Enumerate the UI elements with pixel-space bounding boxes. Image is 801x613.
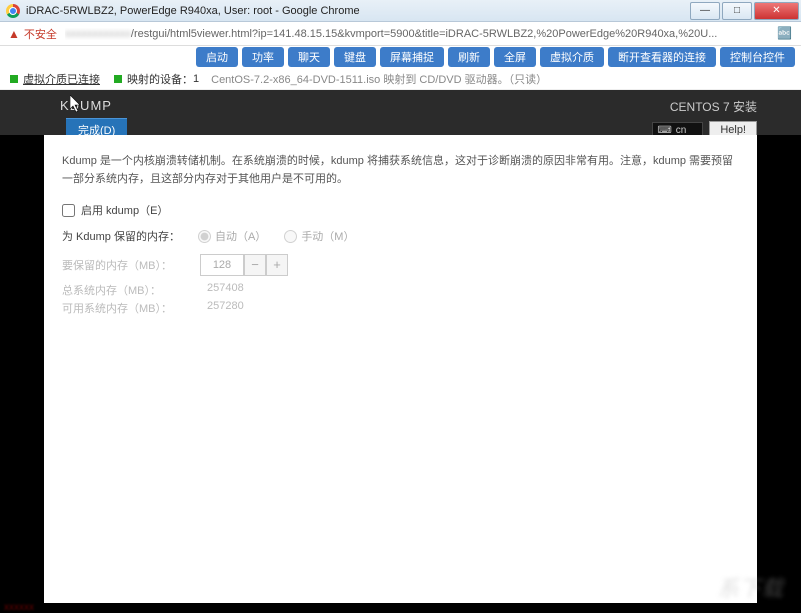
idrac-btn-power[interactable]: 功率 <box>242 47 284 67</box>
installer-os-title: CENTOS 7 安装 <box>652 98 757 115</box>
total-mem-row: 总系统内存（MB）： 257408 <box>62 282 739 298</box>
idrac-btn-fullscreen[interactable]: 全屏 <box>494 47 536 67</box>
enable-kdump-label: 启用 kdump（E） <box>81 202 168 218</box>
mem-reserve-label: 要保留的内存（MB）： <box>62 257 192 273</box>
avail-mem-row: 可用系统内存（MB）： 257280 <box>62 300 739 316</box>
idrac-btn-boot[interactable]: 启动 <box>196 47 238 67</box>
close-button[interactable]: ✕ <box>754 2 799 20</box>
manual-radio-row[interactable]: 手动（M） <box>284 228 354 244</box>
minimize-button[interactable]: — <box>690 2 720 20</box>
maximize-button[interactable]: □ <box>722 2 752 20</box>
chrome-icon <box>6 4 20 18</box>
auto-radio-row[interactable]: 自动（A） <box>198 228 266 244</box>
vm-connected-label[interactable]: 虚拟介质已连接 <box>23 71 100 87</box>
mapped-label: 映射的设备： <box>127 71 193 87</box>
mem-reserve-row: 要保留的内存（MB）： − + <box>62 254 739 276</box>
watermark: 系下载 <box>717 571 783 603</box>
auto-radio[interactable] <box>198 230 211 243</box>
manual-radio[interactable] <box>284 230 297 243</box>
idrac-btn-disconnect[interactable]: 断开查看器的连接 <box>608 47 716 67</box>
kdump-description: Kdump 是一个内核崩溃转储机制。在系统崩溃的时候，kdump 将捕获系统信息… <box>62 153 739 188</box>
total-mem-value: 257408 <box>207 282 244 298</box>
manual-label: 手动（M） <box>301 228 354 244</box>
watermark-small: xxxxxx <box>4 602 34 613</box>
idrac-btn-vmedia[interactable]: 虚拟介质 <box>540 47 604 67</box>
reserve-mode-row: 为 Kdump 保留的内存： 自动（A） 手动（M） <box>62 228 739 244</box>
iso-text: CentOS-7.2-x86_64-DVD-1511.iso 映射到 CD/DV… <box>211 71 547 87</box>
stepper-plus[interactable]: + <box>266 254 288 276</box>
reserve-label: 为 Kdump 保留的内存： <box>62 228 180 244</box>
url-text[interactable]: xxxxxxxxxxxx/restgui/html5viewer.html?ip… <box>65 28 771 40</box>
total-mem-label: 总系统内存（MB）： <box>62 282 207 298</box>
keyboard-icon: ⌨ <box>657 125 671 136</box>
avail-mem-label: 可用系统内存（MB）： <box>62 300 207 316</box>
idrac-btn-console[interactable]: 控制台控件 <box>720 47 795 67</box>
console-viewport: KDUMP 完成(D) CENTOS 7 安装 ⌨ cn Help! Kdump… <box>0 90 801 613</box>
status-dot-icon <box>114 75 122 83</box>
mapped-count: 1 <box>193 73 199 85</box>
section-title: KDUMP <box>60 98 112 113</box>
warning-icon: ▲ <box>8 27 20 41</box>
idrac-btn-screencap[interactable]: 屏幕捕捉 <box>380 47 444 67</box>
insecure-badge[interactable]: ▲ 不安全 <box>8 26 57 42</box>
translate-icon[interactable]: 🔤 <box>777 26 793 42</box>
enable-kdump-row[interactable]: 启用 kdump（E） <box>62 202 739 218</box>
auto-label: 自动（A） <box>215 228 266 244</box>
avail-mem-value: 257280 <box>207 300 244 316</box>
idrac-toolbar: 启动 功率 聊天 键盘 屏幕捕捉 刷新 全屏 虚拟介质 断开查看器的连接 控制台… <box>0 46 801 68</box>
window-title: iDRAC-5RWLBZ2, PowerEdge R940xa, User: r… <box>26 5 360 17</box>
insecure-label: 不安全 <box>24 26 57 42</box>
window-controls: — □ ✕ <box>690 2 801 20</box>
enable-kdump-checkbox[interactable] <box>62 204 75 217</box>
mem-reserve-input[interactable] <box>200 254 244 276</box>
window-titlebar: iDRAC-5RWLBZ2, PowerEdge R940xa, User: r… <box>0 0 801 22</box>
idrac-btn-chat[interactable]: 聊天 <box>288 47 330 67</box>
stepper-minus[interactable]: − <box>244 254 266 276</box>
address-bar: ▲ 不安全 xxxxxxxxxxxx/restgui/html5viewer.h… <box>0 22 801 46</box>
mem-reserve-stepper: − + <box>200 254 288 276</box>
keyboard-label: cn <box>676 125 687 136</box>
status-bar: 虚拟介质已连接 映射的设备： 1 CentOS-7.2-x86_64-DVD-1… <box>0 68 801 90</box>
idrac-btn-keyboard[interactable]: 键盘 <box>334 47 376 67</box>
installer-header: KDUMP 完成(D) CENTOS 7 安装 ⌨ cn Help! <box>0 90 801 135</box>
idrac-btn-refresh[interactable]: 刷新 <box>448 47 490 67</box>
installer-body: Kdump 是一个内核崩溃转储机制。在系统崩溃的时候，kdump 将捕获系统信息… <box>44 135 757 603</box>
status-dot-icon <box>10 75 18 83</box>
